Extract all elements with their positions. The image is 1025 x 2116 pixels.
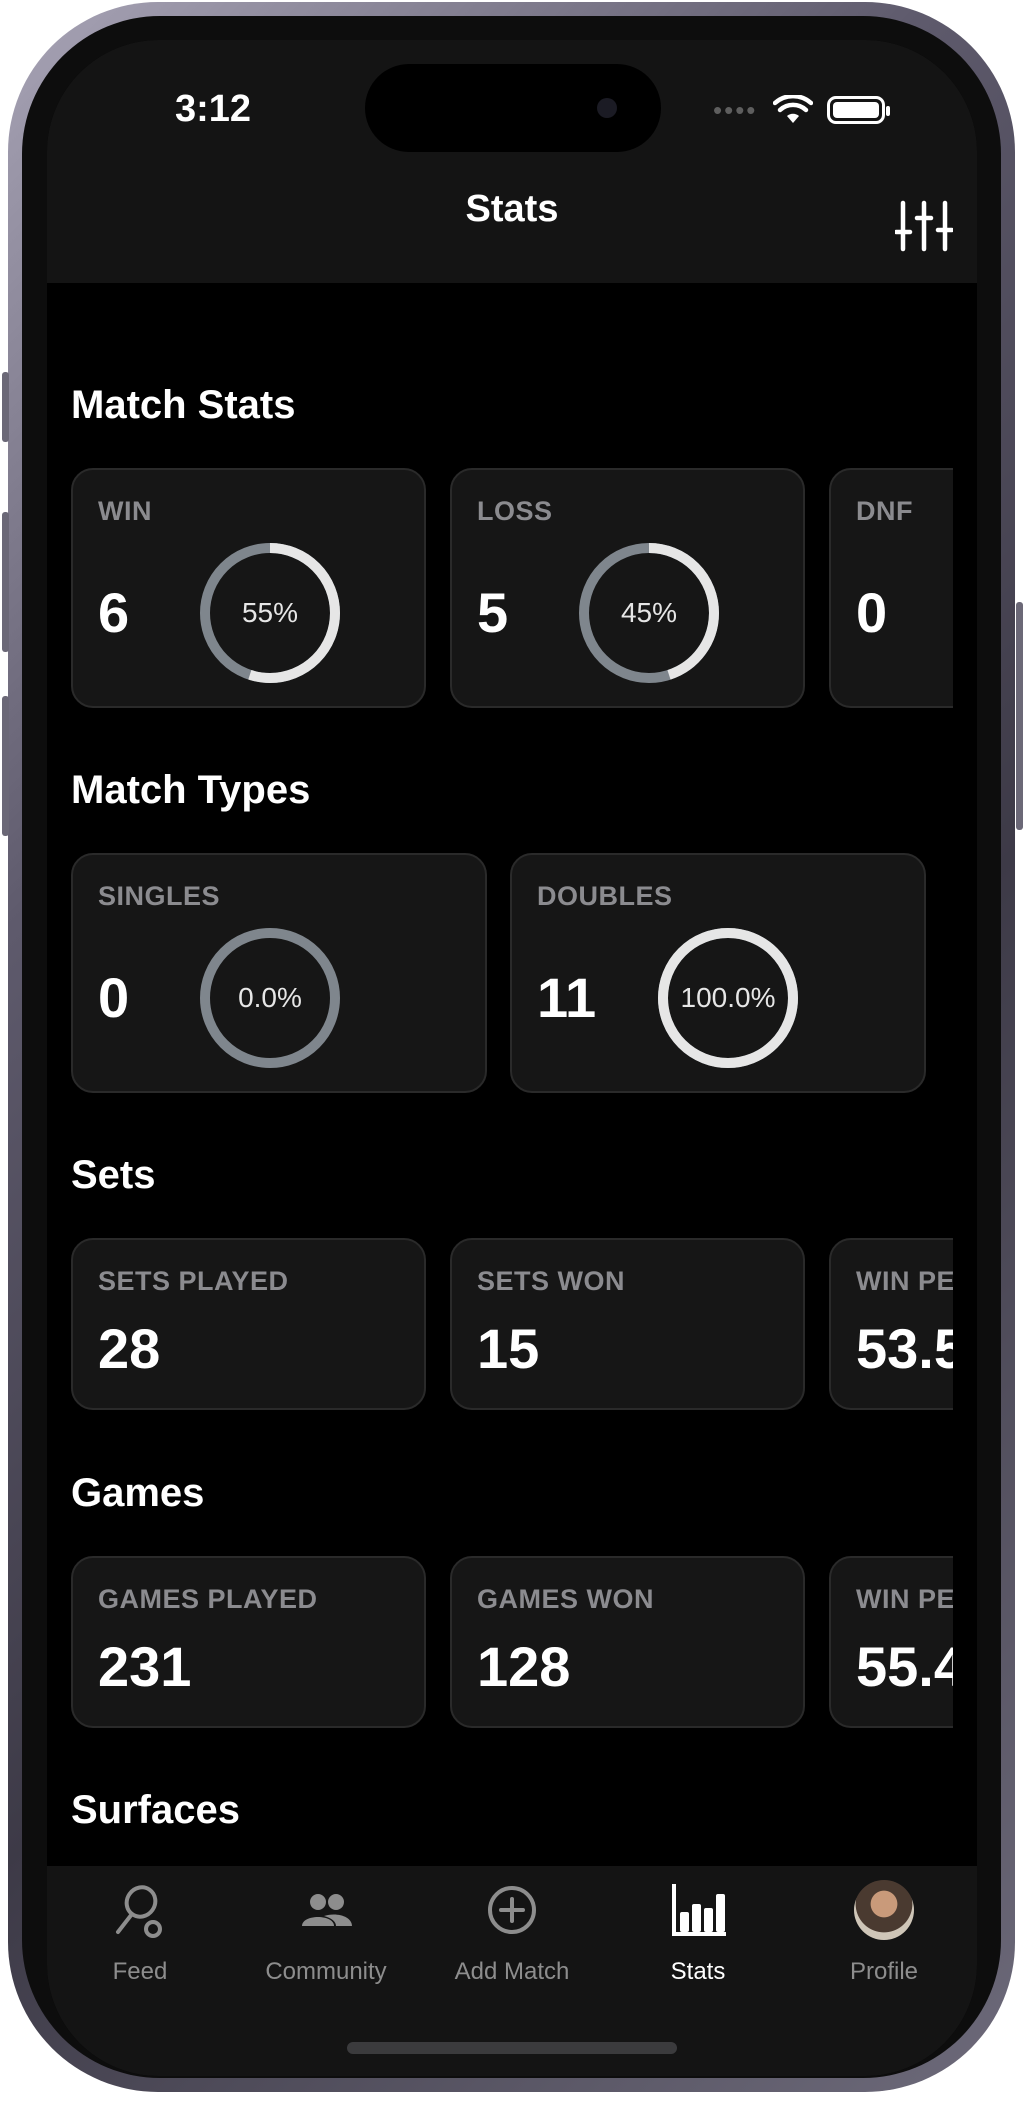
card-label: GAMES PLAYED xyxy=(98,1584,318,1614)
volume-up-button xyxy=(2,512,9,652)
section-title-games: Games xyxy=(71,1471,205,1515)
percent-ring: 100.0% xyxy=(653,923,803,1073)
card-label: GAMES WON xyxy=(477,1584,654,1614)
tab-community[interactable]: Community xyxy=(233,1866,419,2016)
tab-stats[interactable]: Stats xyxy=(605,1866,791,2016)
card-label: SINGLES xyxy=(98,881,221,911)
stat-card-loss[interactable]: LOSS 5 45% xyxy=(450,468,805,708)
tab-label: Profile xyxy=(849,1958,919,1985)
match-types-row[interactable]: SINGLES 0 0.0% DOUBLES 11 100.0% xyxy=(71,853,953,1093)
stat-card-sets-win-percent[interactable]: WIN PE 53.5 xyxy=(829,1238,953,1410)
avatar xyxy=(854,1880,914,1940)
card-label: WIN PE xyxy=(856,1266,953,1296)
percent-ring: 45% xyxy=(574,538,724,688)
ring-percent-text: 0.0% xyxy=(238,982,302,1013)
page-title: Stats xyxy=(465,188,559,230)
sliders-icon[interactable] xyxy=(895,200,953,252)
dynamic-island xyxy=(365,64,661,152)
people-icon xyxy=(302,1894,352,1926)
section-title-match-types: Match Types xyxy=(71,768,311,812)
card-label: DNF xyxy=(856,496,913,526)
stats-content[interactable]: Match Stats WIN 6 55% LOSS 5 45% DNF 0 M… xyxy=(47,283,977,1908)
stat-card-sets-played[interactable]: SETS PLAYED 28 xyxy=(71,1238,426,1410)
stat-card-games-win-percent[interactable]: WIN PE 55.4 xyxy=(829,1556,953,1728)
bar-chart-icon xyxy=(672,1884,726,1936)
ring-percent-text: 100.0% xyxy=(680,982,776,1013)
home-indicator xyxy=(347,2042,677,2054)
power-button xyxy=(1016,602,1023,830)
card-label: DOUBLES xyxy=(537,881,673,911)
match-stats-row[interactable]: WIN 6 55% LOSS 5 45% DNF 0 xyxy=(71,468,953,708)
stat-card-dnf[interactable]: DNF 0 xyxy=(829,468,953,708)
battery-icon xyxy=(827,96,891,124)
card-label: SETS PLAYED xyxy=(98,1266,289,1296)
volume-down-button xyxy=(2,696,9,836)
plus-circle-icon xyxy=(488,1886,536,1934)
ring-percent-text: 55% xyxy=(241,597,299,628)
tab-label: Community xyxy=(265,1958,387,1985)
tab-profile[interactable]: Profile xyxy=(791,1866,977,2016)
games-row[interactable]: GAMES PLAYED 231 GAMES WON 128 WIN PE 55… xyxy=(71,1556,953,1728)
camera-icon xyxy=(597,98,617,118)
card-label: WIN xyxy=(98,496,152,526)
card-value: 11 xyxy=(537,966,597,1029)
card-label: LOSS xyxy=(477,496,553,526)
ring-percent-text: 45% xyxy=(620,597,678,628)
card-value: 231 xyxy=(98,1635,192,1698)
card-value: 55.4 xyxy=(856,1635,953,1698)
card-value: 15 xyxy=(477,1317,540,1380)
tab-label: Add Match xyxy=(454,1958,570,1985)
tennis-racket-icon xyxy=(116,1885,162,1938)
section-title-sets: Sets xyxy=(71,1153,156,1197)
card-value: 128 xyxy=(477,1635,571,1698)
card-value: 6 xyxy=(98,581,130,644)
tab-add-match[interactable]: Add Match xyxy=(419,1866,605,2016)
tab-label: Feed xyxy=(112,1958,168,1985)
percent-ring: 55% xyxy=(195,538,345,688)
stat-card-sets-won[interactable]: SETS WON 15 xyxy=(450,1238,805,1410)
status-time: 3:12 xyxy=(175,88,252,130)
mute-switch xyxy=(2,372,9,442)
tab-label: Stats xyxy=(670,1958,726,1985)
status-indicators: •••• xyxy=(713,92,891,128)
top-bar: 3:12 •••• Stats xyxy=(47,40,977,283)
signal-dots-icon: •••• xyxy=(713,94,758,125)
wifi-icon xyxy=(773,95,814,123)
stat-card-singles[interactable]: SINGLES 0 0.0% xyxy=(71,853,487,1093)
screen: 3:12 •••• Stats Match Stats WIN 6 55% LO… xyxy=(47,40,977,2076)
card-label: WIN PE xyxy=(856,1584,953,1614)
stat-card-win[interactable]: WIN 6 55% xyxy=(71,468,426,708)
stat-card-games-won[interactable]: GAMES WON 128 xyxy=(450,1556,805,1728)
sets-row[interactable]: SETS PLAYED 28 SETS WON 15 WIN PE 53.5 xyxy=(71,1238,953,1410)
card-value: 28 xyxy=(98,1317,161,1380)
card-value: 5 xyxy=(477,581,509,644)
stat-card-doubles[interactable]: DOUBLES 11 100.0% xyxy=(510,853,926,1093)
tab-feed[interactable]: Feed xyxy=(47,1866,233,2016)
card-value: 0 xyxy=(856,581,888,644)
card-value: 0 xyxy=(98,966,130,1029)
stat-card-games-played[interactable]: GAMES PLAYED 231 xyxy=(71,1556,426,1728)
section-title-surfaces: Surfaces xyxy=(71,1788,240,1832)
percent-ring: 0.0% xyxy=(195,923,345,1073)
card-label: SETS WON xyxy=(477,1266,626,1296)
card-value: 53.5 xyxy=(856,1317,953,1380)
section-title-match-stats: Match Stats xyxy=(71,383,296,427)
